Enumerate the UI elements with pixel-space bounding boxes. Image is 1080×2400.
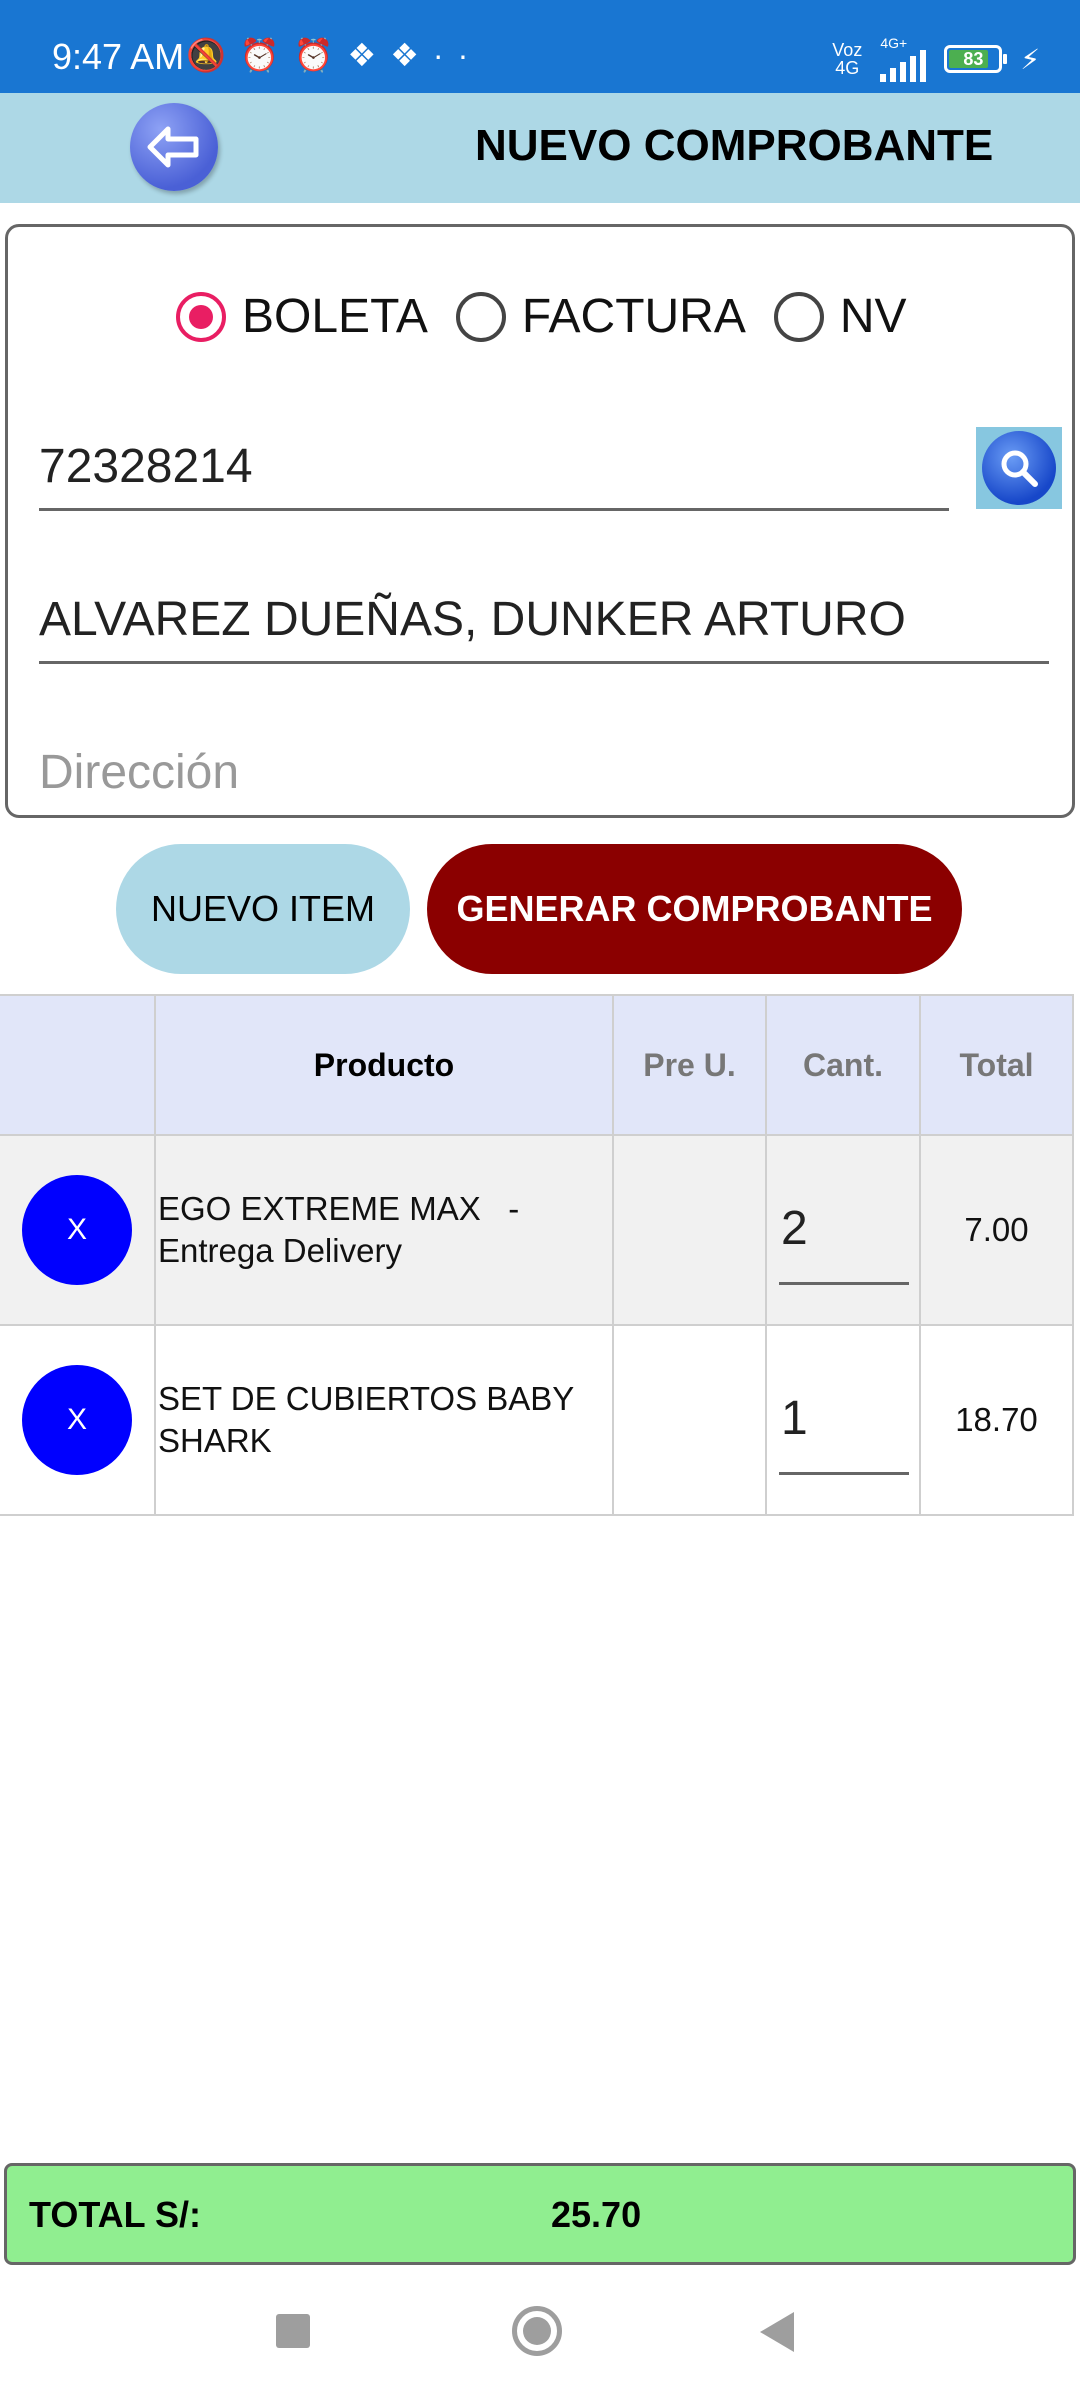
app-header: NUEVO COMPROBANTE xyxy=(0,93,1080,203)
recents-icon[interactable] xyxy=(276,2314,310,2348)
document-type-group: BOLETA FACTURA NV xyxy=(176,289,935,344)
app-icon: ❖ xyxy=(347,37,391,73)
radio-circle xyxy=(176,291,226,342)
search-icon xyxy=(982,431,1056,505)
radio-label: BOLETA xyxy=(242,290,428,343)
total-value: 25.70 xyxy=(551,2194,642,2235)
signal-icon xyxy=(880,50,927,82)
radio-label: NV xyxy=(839,290,907,343)
total-label: TOTAL S/: xyxy=(29,2194,202,2235)
back-button[interactable] xyxy=(130,103,218,191)
unit-price xyxy=(612,1134,767,1326)
charging-icon: ⚡ xyxy=(1020,43,1040,75)
total-bar: TOTAL S/: 25.70 xyxy=(4,2163,1076,2265)
radio-circle xyxy=(773,291,824,342)
header-total: Total xyxy=(919,994,1074,1136)
radio-circle xyxy=(455,291,506,342)
header-cell xyxy=(0,994,156,1136)
address-input[interactable]: Dirección xyxy=(39,745,1049,814)
product-name: EGO EXTREME MAX - Entrega Delivery xyxy=(158,1190,529,1269)
client-name-input[interactable]: ALVAREZ DUEÑAS, DUNKER ARTURO xyxy=(39,592,1049,664)
system-nav-bar xyxy=(0,2280,1080,2400)
network-type: 4G+ xyxy=(880,35,908,51)
header-quantity: Cant. xyxy=(765,994,921,1136)
delete-item-button[interactable]: X xyxy=(22,1175,132,1285)
alarm-icon: ⏰ xyxy=(239,37,294,73)
header-unit-price: Pre U. xyxy=(612,994,767,1136)
home-icon[interactable] xyxy=(512,2306,562,2356)
table-row: X SET DE CUBIERTOS BABY SHARK 1 18.70 xyxy=(0,1324,1080,1516)
battery-icon: 83 xyxy=(944,45,1008,73)
unit-price xyxy=(612,1324,767,1516)
generate-document-button[interactable]: GENERAR COMPROBANTE xyxy=(427,844,962,974)
status-bar: 9:47 AM 🔕⏰⏰❖❖·· Voz 4G 4G+ 83 ⚡ xyxy=(0,0,1080,93)
search-client-button[interactable] xyxy=(976,427,1062,509)
radio-boleta[interactable]: BOLETA xyxy=(176,289,428,344)
back-arrow-icon xyxy=(147,126,199,168)
radio-nv[interactable]: NV xyxy=(773,289,907,344)
quantity-input[interactable]: 1 xyxy=(779,1365,909,1475)
battery-level: 83 xyxy=(963,49,984,69)
back-icon[interactable] xyxy=(760,2312,794,2352)
document-form: BOLETA FACTURA NV 72328214 ALVAREZ DUEÑA… xyxy=(5,224,1075,818)
new-item-button[interactable]: NUEVO ITEM xyxy=(116,844,410,974)
network-indicator: Voz 4G xyxy=(832,40,863,78)
table-row: X EGO EXTREME MAX - Entrega Delivery 2 7… xyxy=(0,1134,1080,1326)
mute-icon: 🔕 xyxy=(186,37,240,73)
app-icon: ❖ xyxy=(390,37,433,73)
line-total: 7.00 xyxy=(919,1134,1074,1326)
alarm-icon: ⏰ xyxy=(293,37,348,73)
quantity-input[interactable]: 2 xyxy=(779,1175,909,1285)
table-header: Producto Pre U. Cant. Total xyxy=(0,994,1080,1136)
page-title: NUEVO COMPROBANTE xyxy=(475,121,994,170)
notification-icons: 🔕⏰⏰❖❖·· xyxy=(186,36,482,74)
radio-label: FACTURA xyxy=(521,290,746,343)
delete-item-button[interactable]: X xyxy=(22,1365,132,1475)
line-total: 18.70 xyxy=(919,1324,1074,1516)
items-table: Producto Pre U. Cant. Total X EGO EXTREM… xyxy=(0,994,1080,1516)
document-number-input[interactable]: 72328214 xyxy=(39,439,949,511)
header-producto: Producto xyxy=(154,994,614,1136)
product-name: SET DE CUBIERTOS BABY SHARK xyxy=(158,1380,583,1459)
status-time: 9:47 AM xyxy=(52,36,185,77)
radio-factura[interactable]: FACTURA xyxy=(455,289,746,344)
more-dots-icon: ·· xyxy=(432,37,483,73)
